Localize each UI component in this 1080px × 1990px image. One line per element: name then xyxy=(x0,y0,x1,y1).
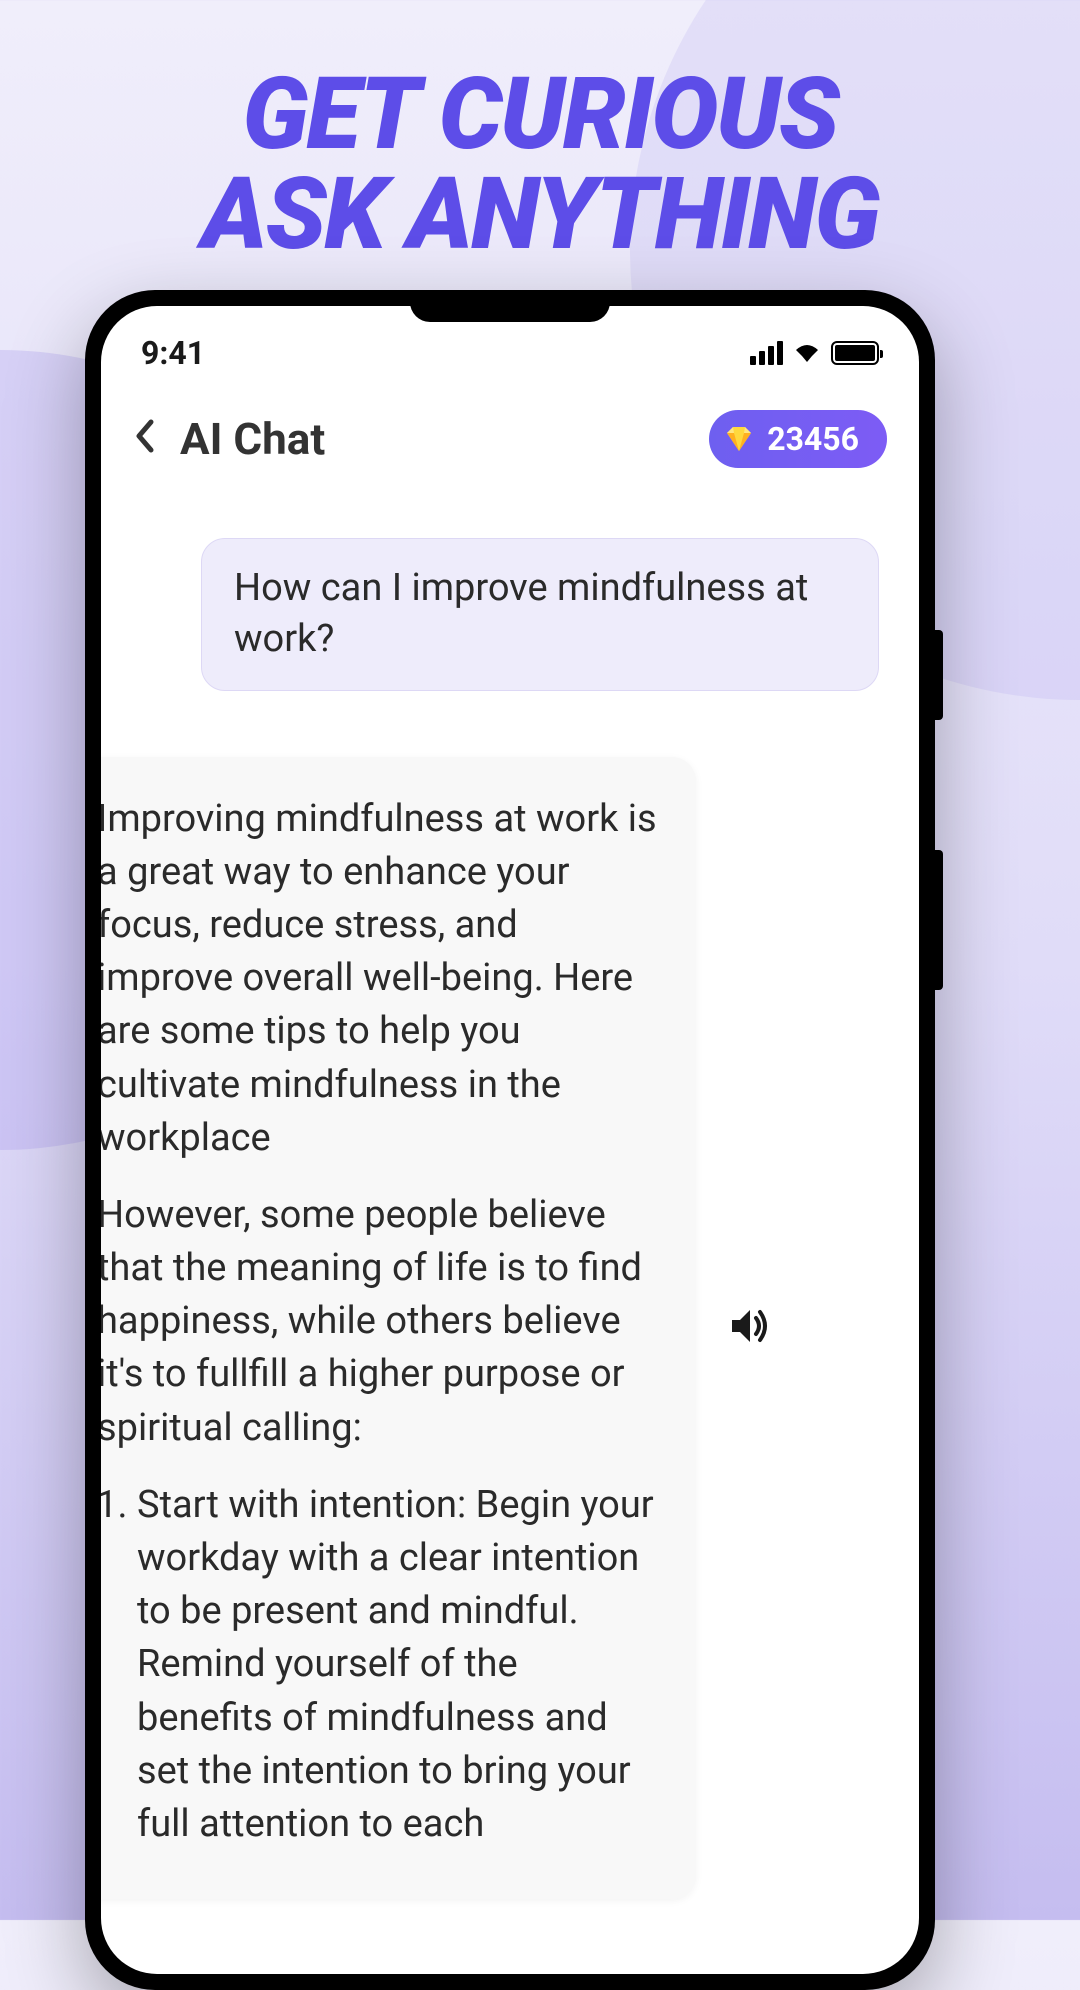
header-left: AI Chat xyxy=(133,413,325,465)
phone-mockup-frame: 9:41 AI Chat xyxy=(85,290,935,1990)
battery-icon xyxy=(831,341,879,365)
signal-icon xyxy=(750,341,783,365)
speaker-icon xyxy=(724,1302,772,1350)
status-time: 9:41 xyxy=(141,334,205,372)
assistant-paragraph: Improving mindfulness at work is a great… xyxy=(101,793,660,1165)
phone-side-button xyxy=(935,850,943,990)
assistant-message: Improving mindfulness at work is a great… xyxy=(101,757,696,1900)
chat-area: How can I improve mindfulness at work? I… xyxy=(101,488,919,1899)
marketing-headline: GET CURIOUS ASK ANYTHING xyxy=(0,0,1080,265)
status-icons xyxy=(750,341,879,365)
page-title: AI Chat xyxy=(180,413,325,465)
headline-line-2: ASK ANYTHING xyxy=(0,165,1080,265)
wifi-icon xyxy=(793,342,821,364)
credits-value: 23456 xyxy=(767,420,859,458)
phone-side-button xyxy=(935,630,943,720)
assistant-paragraph: However, some people believe that the me… xyxy=(101,1189,660,1455)
back-button[interactable] xyxy=(133,417,155,461)
diamond-icon xyxy=(723,423,755,455)
phone-notch xyxy=(410,290,610,322)
speaker-button[interactable] xyxy=(724,1302,772,1354)
app-header: AI Chat 23456 xyxy=(101,378,919,488)
assistant-list: Start with intention: Begin your workday… xyxy=(101,1479,660,1851)
headline-line-1: GET CURIOUS xyxy=(0,65,1080,165)
user-message: How can I improve mindfulness at work? xyxy=(201,538,879,691)
assistant-message-row: Improving mindfulness at work is a great… xyxy=(101,757,889,1900)
credits-button[interactable]: 23456 xyxy=(709,410,887,468)
list-item: Start with intention: Begin your workday… xyxy=(137,1479,660,1851)
phone-screen: 9:41 AI Chat xyxy=(101,306,919,1974)
